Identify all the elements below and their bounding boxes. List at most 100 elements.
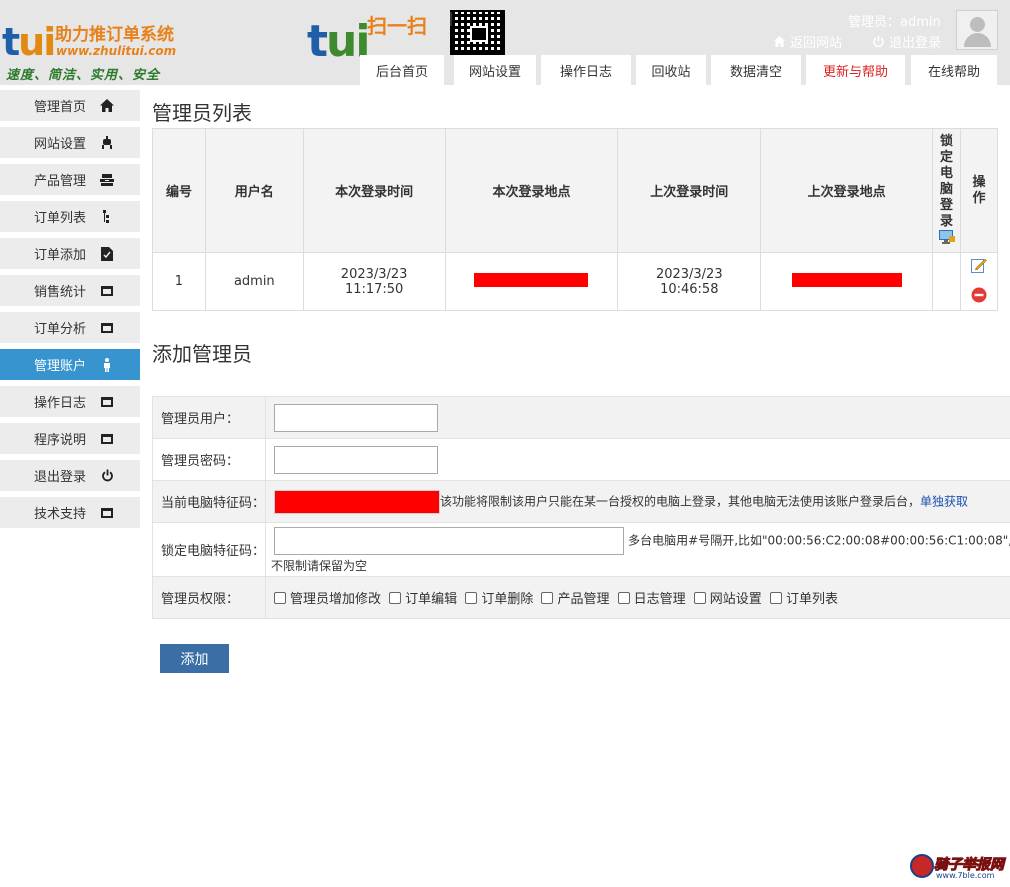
perm-order-delete[interactable]: 订单删除 (465, 592, 533, 607)
cell-last-login-time: 2023/3/23 10:46:58 (617, 252, 762, 311)
window-icon (100, 432, 114, 445)
power-icon (100, 469, 114, 482)
sidebar-item-label: 技术支持 (34, 507, 87, 522)
table-header-row: 编号 用户名 本次登录时间 本次登录地点 上次登录时间 上次登录地点 锁定电脑登… (152, 128, 999, 253)
sidebar-item-tech-support[interactable]: 技术支持 (0, 497, 140, 528)
cell-lock-pc (932, 252, 961, 311)
logout-label: 退出登录 (889, 36, 942, 51)
sidebar-item-label: 网站设置 (34, 137, 87, 152)
perm-admin-edit[interactable]: 管理员增加修改 (274, 592, 381, 607)
username-label: 管理员用户： (151, 396, 267, 439)
tab-recycle-bin[interactable]: 回收站 (636, 55, 706, 85)
cell-this-login-place (444, 252, 619, 311)
cell-actions (959, 252, 999, 311)
sidebar-item-program-info[interactable]: 程序说明 (0, 423, 140, 454)
col-header-last-login-time: 上次登录时间 (617, 128, 762, 253)
form-row-permissions: 管理员权限： 管理员增加修改 订单编辑 订单删除 产品管理 日志管理 网站设置 … (151, 576, 1010, 619)
back-to-site-link[interactable]: 返回网站 (773, 32, 842, 51)
perm-label: 管理员增加修改 (290, 592, 382, 607)
sidebar-item-admin-accounts[interactable]: 管理账户 (0, 349, 140, 380)
cell-username: admin (204, 252, 304, 311)
header: tui 助力推订单系统 www.zhulitui.com 速度、简洁、实用、安全… (0, 0, 1010, 85)
actions-label: 操作 (972, 174, 986, 206)
checkbox[interactable] (617, 592, 630, 604)
perm-site-settings[interactable]: 网站设置 (693, 592, 762, 607)
delete-icon[interactable] (961, 287, 997, 307)
logo-title: 助力推订单系统 (55, 25, 174, 45)
sidebar-item-label: 操作日志 (34, 396, 87, 411)
checkbox[interactable] (541, 592, 554, 604)
perm-order-list[interactable]: 订单列表 (769, 592, 838, 607)
add-doc-icon (100, 246, 114, 261)
scan-label: 扫一扫 (367, 14, 427, 38)
tab-online-help[interactable]: 在线帮助 (911, 55, 997, 85)
checkbox[interactable] (389, 592, 402, 604)
window-icon (100, 284, 114, 297)
lock-pc-label: 锁定电脑登录 (939, 133, 953, 229)
sidebar-item-operation-log[interactable]: 操作日志 (0, 386, 140, 417)
checkbox[interactable] (769, 592, 782, 604)
user-icon (100, 357, 114, 372)
sidebar-item-products[interactable]: 产品管理 (0, 164, 140, 195)
lock-code-input[interactable] (274, 527, 625, 555)
add-admin-form: 管理员用户： 管理员密码： 当前电脑特征码： 该功能将限制该用户只能在某一台授权… (151, 396, 1010, 619)
perm-log-manage[interactable]: 日志管理 (617, 592, 686, 607)
col-header-username: 用户名 (204, 128, 304, 253)
tab-data-clear[interactable]: 数据清空 (711, 55, 801, 85)
settings-icon (100, 136, 114, 149)
cell-last-login-place (760, 252, 934, 311)
add-button[interactable]: 添加 (160, 644, 229, 673)
admin-list-table: 编号 用户名 本次登录时间 本次登录地点 上次登录时间 上次登录地点 锁定电脑登… (152, 128, 999, 311)
permissions-cell: 管理员增加修改 订单编辑 订单删除 产品管理 日志管理 网站设置 订单列表 (265, 576, 1010, 619)
sidebar-item-label: 销售统计 (34, 285, 87, 300)
sidebar-item-site-settings[interactable]: 网站设置 (0, 127, 140, 158)
lock-code-label: 锁定电脑特征码： (151, 522, 267, 577)
perm-label: 产品管理 (557, 592, 610, 607)
sidebar-item-label: 订单列表 (34, 211, 87, 226)
form-row-pc-code: 当前电脑特征码： 该功能将限制该用户只能在某一台授权的电脑上登录，其他电脑无法使… (151, 480, 1010, 523)
perm-order-edit[interactable]: 订单编辑 (389, 592, 457, 607)
form-row-username: 管理员用户： (151, 396, 1010, 439)
checkbox[interactable] (274, 592, 287, 604)
perm-product-manage[interactable]: 产品管理 (541, 592, 610, 607)
sidebar-item-logout[interactable]: 退出登录 (0, 460, 140, 491)
col-header-last-login-place: 上次登录地点 (760, 128, 934, 253)
sidebar-item-label: 退出登录 (34, 470, 87, 485)
cell-id: 1 (152, 252, 206, 311)
logout-link[interactable]: 退出登录 (872, 32, 941, 51)
tab-site-settings[interactable]: 网站设置 (454, 55, 536, 85)
power-icon (872, 35, 885, 48)
col-header-this-login-time: 本次登录时间 (302, 128, 446, 253)
sidebar-item-order-list[interactable]: 订单列表 (0, 201, 140, 232)
sidebar-item-sales-stats[interactable]: 销售统计 (0, 275, 140, 306)
edit-icon[interactable] (961, 257, 997, 277)
sidebar-item-add-order[interactable]: 订单添加 (0, 238, 140, 269)
tab-operation-log[interactable]: 操作日志 (541, 55, 631, 85)
password-label: 管理员密码： (151, 438, 267, 481)
admin-label: 管理员：admin (848, 15, 941, 30)
sidebar-item-home[interactable]: 管理首页 (0, 90, 140, 121)
username-cell (265, 396, 1010, 439)
username-input[interactable] (274, 403, 439, 432)
this-login-clock: 11:17:50 (344, 281, 404, 297)
permissions-label: 管理员权限： (151, 576, 267, 619)
get-pc-code-link[interactable]: 单独获取 (920, 494, 968, 508)
sidebar-item-order-analysis[interactable]: 订单分析 (0, 312, 140, 343)
perm-label: 订单列表 (785, 592, 838, 607)
checkbox[interactable] (693, 592, 706, 604)
perm-label: 订单编辑 (405, 592, 458, 607)
tab-update-help[interactable]: 更新与帮助 (806, 55, 905, 85)
col-header-actions: 操作 (959, 128, 999, 253)
tab-dashboard[interactable]: 后台首页 (360, 55, 444, 85)
sidebar-item-label: 订单分析 (34, 322, 87, 337)
sidebar-item-label: 产品管理 (34, 174, 87, 189)
table-row: 1 admin 2023/3/23 11:17:50 2023/3/23 10:… (152, 252, 999, 311)
password-input[interactable] (274, 445, 439, 474)
redacted-block (474, 272, 589, 287)
form-row-lock-code: 锁定电脑特征码： 多台电脑用#号隔开,比如"00:00:56:C2:00:08#… (151, 522, 1010, 577)
watermark-url: www.7ble.com (936, 871, 995, 880)
checkbox[interactable] (465, 592, 478, 604)
pc-code-label: 当前电脑特征码： (151, 480, 267, 523)
watermark: 骑子举报网 www.7ble.com (904, 852, 1008, 882)
logo[interactable]: tui 助力推订单系统 www.zhulitui.com 速度、简洁、实用、安全 (0, 8, 215, 84)
